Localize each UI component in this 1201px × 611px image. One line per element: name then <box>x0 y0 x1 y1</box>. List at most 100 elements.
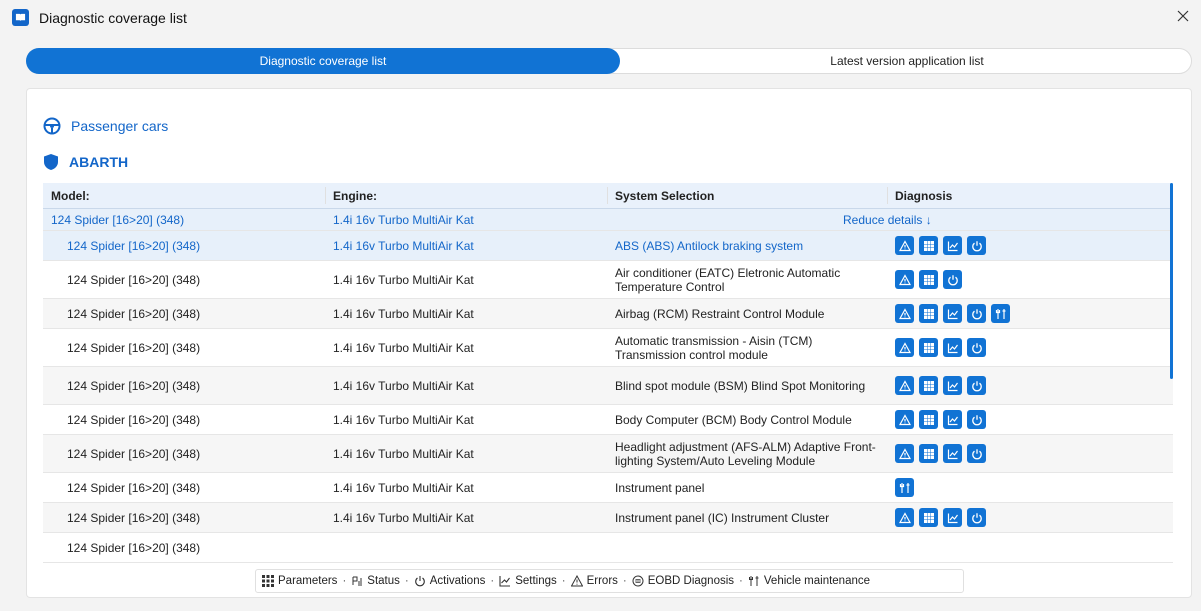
close-button[interactable] <box>1171 4 1195 28</box>
brand-abarth[interactable]: ABARTH <box>43 153 128 171</box>
maintenance-wrench-button[interactable] <box>895 478 914 497</box>
row-model: 124 Spider [16>20] (348) <box>67 306 201 321</box>
errors-warning-icon <box>898 239 911 251</box>
parameters-grid-icon <box>923 380 934 391</box>
reduce-details-link[interactable]: Reduce details ↓ <box>843 209 932 230</box>
activations-power-button[interactable] <box>967 508 986 527</box>
group-engine: 1.4i 16v Turbo MultiAir Kat <box>333 212 474 227</box>
table-row[interactable]: 124 Spider [16>20] (348) 1.4i 16v Turbo … <box>43 299 1173 329</box>
settings-chart-button[interactable] <box>943 338 962 357</box>
table-row[interactable]: 124 Spider [16>20] (348) 1.4i 16v Turbo … <box>43 367 1173 405</box>
settings-chart-button[interactable] <box>943 508 962 527</box>
header-diagnosis: Diagnosis <box>895 188 953 203</box>
errors-warning-button[interactable] <box>895 270 914 289</box>
row-system: Airbag (RCM) Restraint Control Module <box>615 306 825 321</box>
parameters-grid-button[interactable] <box>919 338 938 357</box>
category-passenger-cars[interactable]: Passenger cars <box>43 117 168 135</box>
table-row[interactable]: 124 Spider [16>20] (348) 1.4i 16v Turbo … <box>43 231 1173 261</box>
row-model: 124 Spider [16>20] (348) <box>67 510 201 525</box>
settings-chart-icon <box>947 309 958 319</box>
chart-icon <box>499 576 511 587</box>
header-model: Model: <box>51 188 90 203</box>
table-row[interactable]: 124 Spider [16>20] (348) 1.4i 16v Turbo … <box>43 261 1173 299</box>
title-bar: Diagnostic coverage list <box>0 0 1201 36</box>
legend-errors[interactable]: Errors <box>570 575 618 587</box>
errors-warning-button[interactable] <box>895 376 914 395</box>
table-row[interactable]: 124 Spider [16>20] (348) <box>43 533 1173 563</box>
table-row[interactable]: 124 Spider [16>20] (348) 1.4i 16v Turbo … <box>43 435 1173 473</box>
row-model: 124 Spider [16>20] (348) <box>67 446 201 461</box>
legend-settings[interactable]: Settings <box>499 575 557 587</box>
row-engine: 1.4i 16v Turbo MultiAir Kat <box>333 480 474 495</box>
errors-warning-button[interactable] <box>895 508 914 527</box>
parameters-grid-button[interactable] <box>919 236 938 255</box>
parameters-grid-button[interactable] <box>919 410 938 429</box>
brand-label: ABARTH <box>69 154 129 170</box>
legend-vehicle-maintenance[interactable]: Vehicle maintenance <box>748 575 870 587</box>
row-engine: 1.4i 16v Turbo MultiAir Kat <box>333 272 474 287</box>
settings-chart-button[interactable] <box>943 304 962 323</box>
errors-warning-icon <box>898 447 911 459</box>
activations-power-button[interactable] <box>943 270 962 289</box>
parameters-grid-button[interactable] <box>919 270 938 289</box>
row-model: 124 Spider [16>20] (348) <box>67 480 201 495</box>
legend-eobd-diagnosis[interactable]: EOBD Diagnosis <box>632 575 734 587</box>
settings-chart-icon <box>947 343 958 353</box>
errors-warning-button[interactable] <box>895 304 914 323</box>
settings-chart-button[interactable] <box>943 410 962 429</box>
errors-warning-icon <box>898 413 911 425</box>
errors-warning-icon <box>898 379 911 391</box>
tab-diagnostic-coverage-list[interactable]: Diagnostic coverage list <box>26 48 620 74</box>
legend-activations[interactable]: Activations <box>414 575 485 587</box>
tab-bar: Diagnostic coverage list Latest version … <box>26 48 1192 74</box>
activations-power-icon <box>971 448 982 459</box>
close-icon <box>1177 10 1189 22</box>
scrollbar[interactable] <box>1170 183 1173 379</box>
parameters-grid-button[interactable] <box>919 508 938 527</box>
parameters-grid-icon <box>923 512 934 523</box>
settings-chart-icon <box>947 241 958 251</box>
group-row[interactable]: 124 Spider [16>20] (348) 1.4i 16v Turbo … <box>43 209 1173 231</box>
bottom-legend-bar: Parameters · Status · Activations · Sett… <box>255 569 964 593</box>
activations-power-icon <box>971 308 982 319</box>
row-system: Body Computer (BCM) Body Control Module <box>615 412 852 427</box>
table-row[interactable]: 124 Spider [16>20] (348) 1.4i 16v Turbo … <box>43 405 1173 435</box>
row-model: 124 Spider [16>20] (348) <box>67 340 201 355</box>
parameters-grid-button[interactable] <box>919 304 938 323</box>
table-row[interactable]: 124 Spider [16>20] (348) 1.4i 16v Turbo … <box>43 329 1173 367</box>
settings-chart-button[interactable] <box>943 444 962 463</box>
legend-status[interactable]: Status <box>351 575 400 587</box>
eobd-icon <box>632 575 644 587</box>
activations-power-button[interactable] <box>967 304 986 323</box>
row-engine: 1.4i 16v Turbo MultiAir Kat <box>333 446 474 461</box>
errors-warning-button[interactable] <box>895 410 914 429</box>
activations-power-icon <box>971 414 982 425</box>
maintenance-wrench-button[interactable] <box>991 304 1010 323</box>
coverage-table: Model: Engine: System Selection Diagnosi… <box>43 183 1173 563</box>
settings-chart-button[interactable] <box>943 236 962 255</box>
settings-chart-icon <box>947 381 958 391</box>
activations-power-button[interactable] <box>967 376 986 395</box>
errors-warning-button[interactable] <box>895 444 914 463</box>
activations-power-icon <box>971 240 982 251</box>
parameters-grid-icon <box>923 308 934 319</box>
row-system: Headlight adjustment (AFS-ALM) Adaptive … <box>615 439 876 468</box>
settings-chart-button[interactable] <box>943 376 962 395</box>
errors-warning-button[interactable] <box>895 236 914 255</box>
table-row[interactable]: 124 Spider [16>20] (348) 1.4i 16v Turbo … <box>43 473 1173 503</box>
tab-latest-version-application-list[interactable]: Latest version application list <box>621 48 1193 74</box>
row-model: 124 Spider [16>20] (348) <box>67 540 201 555</box>
steering-wheel-icon <box>43 117 61 135</box>
parameters-grid-button[interactable] <box>919 444 938 463</box>
activations-power-button[interactable] <box>967 236 986 255</box>
legend-parameters[interactable]: Parameters <box>262 575 337 587</box>
activations-power-button[interactable] <box>967 338 986 357</box>
table-row[interactable]: 124 Spider [16>20] (348) 1.4i 16v Turbo … <box>43 503 1173 533</box>
activations-power-button[interactable] <box>967 410 986 429</box>
window-title: Diagnostic coverage list <box>39 10 187 26</box>
row-model: 124 Spider [16>20] (348) <box>67 412 201 427</box>
parameters-grid-button[interactable] <box>919 376 938 395</box>
parameters-grid-icon <box>923 342 934 353</box>
activations-power-button[interactable] <box>967 444 986 463</box>
errors-warning-button[interactable] <box>895 338 914 357</box>
